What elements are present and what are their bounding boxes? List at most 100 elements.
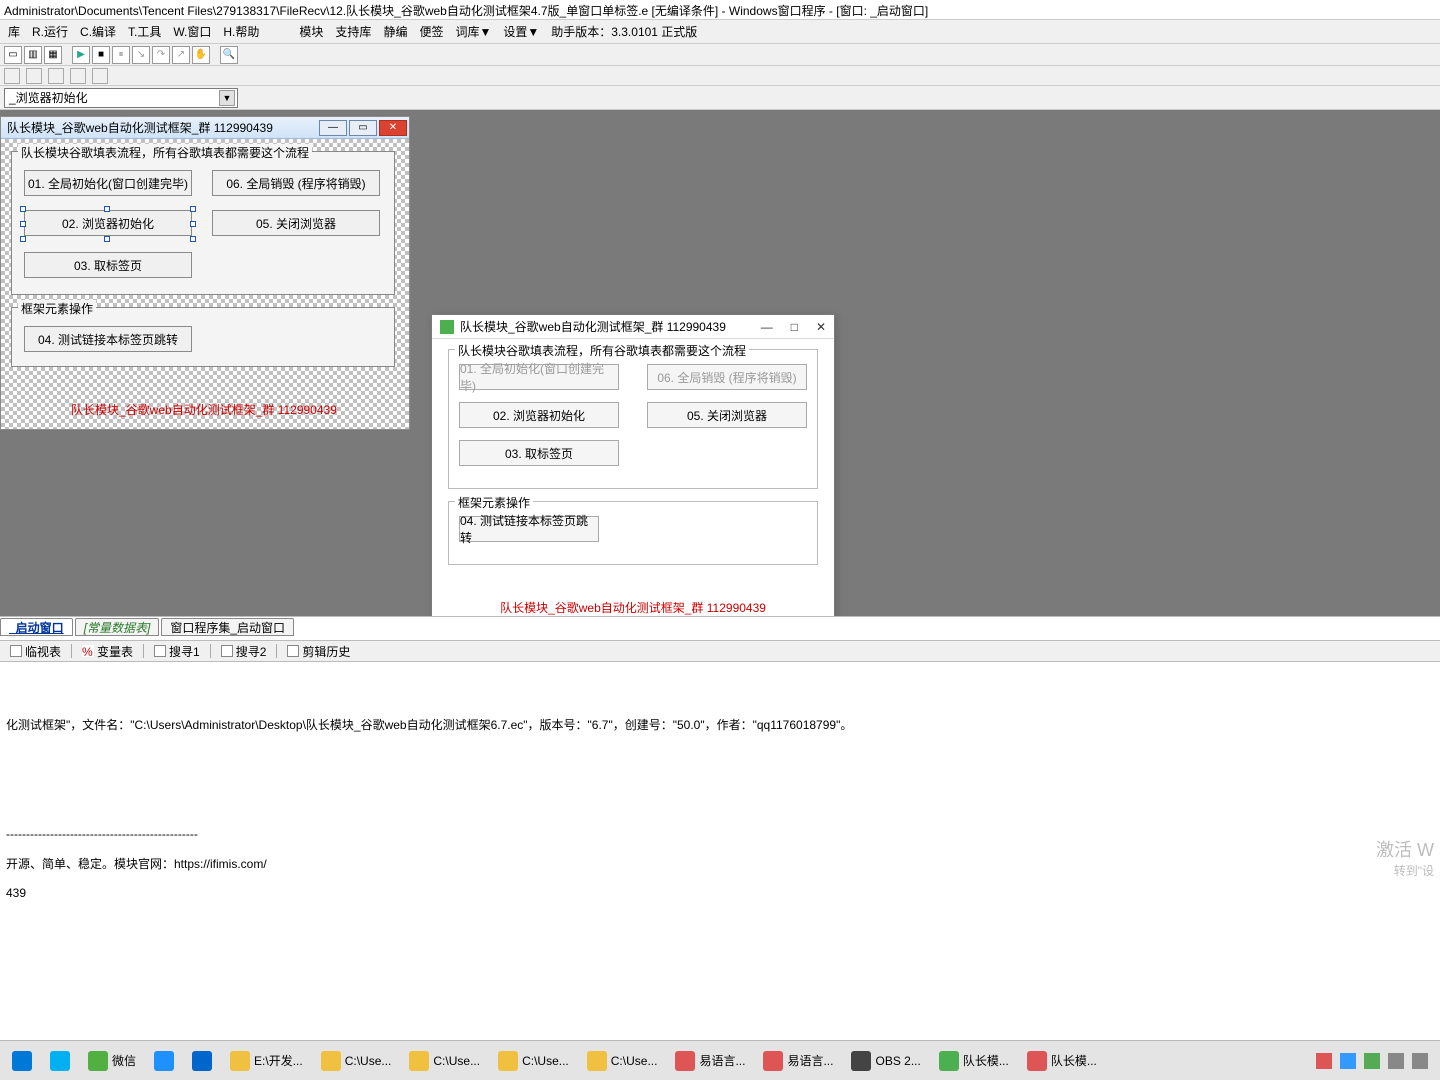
ptab-vars[interactable]: %变量表 [76, 641, 139, 662]
ptab-search2[interactable]: 搜寻2 [215, 641, 273, 662]
ptab-clip[interactable]: 剪辑历史 [281, 641, 356, 662]
tray-speaker-icon[interactable] [1388, 1053, 1404, 1069]
taskbar-item[interactable]: OBS 2... [843, 1045, 928, 1077]
taskbar-item[interactable] [146, 1045, 182, 1077]
minimize-icon[interactable]: — [761, 320, 773, 334]
btn-06[interactable]: 06. 全局销毁 (程序将销毁) [212, 170, 380, 196]
tb2-icon[interactable] [92, 68, 108, 84]
chevron-down-icon[interactable]: ▼ [219, 90, 235, 106]
tb2-icon[interactable] [4, 68, 20, 84]
resize-handle-icon[interactable] [190, 236, 196, 242]
menu-run[interactable]: R.运行 [32, 23, 68, 40]
taskbar-item[interactable]: E:\开发... [222, 1045, 311, 1077]
taskbar-item[interactable] [4, 1045, 40, 1077]
tb-stepover-icon[interactable]: ↷ [152, 46, 170, 64]
tb-new-icon[interactable]: ▭ [4, 46, 22, 64]
resize-handle-icon[interactable] [20, 221, 26, 227]
tb-save-icon[interactable]: ▦ [44, 46, 62, 64]
rt-groupbox-flow: 队长模块谷歌填表流程，所有谷歌填表都需要这个流程 01. 全局初始化(窗口创建完… [448, 349, 818, 489]
tray-icon[interactable] [1316, 1053, 1332, 1069]
menu-help[interactable]: H.帮助 [223, 23, 259, 40]
btn-02-selected[interactable]: 02. 浏览器初始化 [24, 210, 192, 236]
rt-btn-06[interactable]: 06. 全局销毁 (程序将销毁) [647, 364, 807, 390]
tb-stepout-icon[interactable]: ↗ [172, 46, 190, 64]
designer-titlebar[interactable]: 队长模块_谷歌web自动化测试框架_群 112990439 — ▭ ✕ [1, 117, 409, 139]
minimize-icon[interactable]: — [319, 120, 347, 136]
tb-stop-icon[interactable]: ■ [92, 46, 110, 64]
proc-combo[interactable]: _浏览器初始化 ▼ [4, 88, 238, 108]
app-icon [321, 1051, 341, 1071]
groupbox-flow[interactable]: 队长模块谷歌填表流程，所有谷歌填表都需要这个流程 01. 全局初始化(窗口创建完… [11, 151, 395, 295]
tb-run-icon[interactable]: ▶ [72, 46, 90, 64]
ptab-watch[interactable]: 临视表 [4, 641, 67, 662]
maximize-icon[interactable]: ▭ [349, 120, 377, 136]
resize-handle-icon[interactable] [190, 206, 196, 212]
tb-open-icon[interactable]: ▥ [24, 46, 42, 64]
menu-convenience[interactable]: 便签 [419, 23, 443, 40]
menu-settings[interactable]: 设置▼ [503, 23, 539, 40]
taskbar-item[interactable]: C:\Use... [490, 1045, 577, 1077]
menu-lib[interactable]: 库 [8, 23, 20, 40]
taskbar-item[interactable]: 易语言... [755, 1045, 841, 1077]
taskbar-item[interactable]: 易语言... [667, 1045, 753, 1077]
groupbox-ops[interactable]: 框架元素操作 04. 测试链接本标签页跳转 [11, 307, 395, 367]
menu-cilib[interactable]: 词库▼ [455, 23, 491, 40]
btn-04[interactable]: 04. 测试链接本标签页跳转 [24, 326, 192, 352]
app-icon [587, 1051, 607, 1071]
btn-01[interactable]: 01. 全局初始化(窗口创建完毕) [24, 170, 192, 196]
tray-icon[interactable] [1412, 1053, 1428, 1069]
tb2-icon[interactable] [70, 68, 86, 84]
tray-icon[interactable] [1364, 1053, 1380, 1069]
btn-05[interactable]: 05. 关闭浏览器 [212, 210, 380, 236]
tb2-icon[interactable] [48, 68, 64, 84]
menu-tools[interactable]: T.工具 [128, 23, 161, 40]
designer-canvas[interactable]: 队长模块谷歌填表流程，所有谷歌填表都需要这个流程 01. 全局初始化(窗口创建完… [1, 139, 409, 429]
taskbar-item[interactable]: 队长模... [1019, 1045, 1105, 1077]
doc-tab-start[interactable]: _启动窗口 [0, 618, 73, 636]
menu-module[interactable]: 模块 [299, 23, 323, 40]
taskbar-item[interactable] [184, 1045, 220, 1077]
tb-break-icon[interactable]: ✋ [192, 46, 210, 64]
tb-stepinto-icon[interactable]: ↘ [132, 46, 150, 64]
menu-window[interactable]: W.窗口 [173, 23, 211, 40]
rt-btn-02[interactable]: 02. 浏览器初始化 [459, 402, 619, 428]
tb-pause-icon[interactable]: ⏸ [112, 46, 130, 64]
output-panel[interactable]: 化测试框架"，文件名："C:\Users\Administrator\Deskt… [0, 662, 1440, 900]
app-icon [675, 1051, 695, 1071]
menu-static[interactable]: 静编 [383, 23, 407, 40]
taskbar-item[interactable] [42, 1045, 78, 1077]
resize-handle-icon[interactable] [104, 236, 110, 242]
system-tray[interactable] [1316, 1053, 1436, 1069]
taskbar-item[interactable]: C:\Use... [401, 1045, 488, 1077]
rt-btn-04[interactable]: 04. 测试链接本标签页跳转 [459, 516, 599, 542]
resize-handle-icon[interactable] [104, 206, 110, 212]
menu-bar: 库 R.运行 C.编译 T.工具 W.窗口 H.帮助 模块 支持库 静编 便签 … [0, 20, 1440, 44]
close-icon[interactable]: ✕ [816, 320, 826, 334]
runtime-titlebar[interactable]: 队长模块_谷歌web自动化测试框架_群 112990439 — □ ✕ [432, 315, 834, 339]
resize-handle-icon[interactable] [190, 221, 196, 227]
tray-icon[interactable] [1340, 1053, 1356, 1069]
groupbox-flow-legend: 队长模块谷歌填表流程，所有谷歌填表都需要这个流程 [18, 144, 312, 161]
tb-find-icon[interactable]: 🔍 [220, 46, 238, 64]
ptab-search1[interactable]: 搜寻1 [148, 641, 206, 662]
tb2-icon[interactable] [26, 68, 42, 84]
maximize-icon[interactable]: □ [791, 320, 798, 334]
taskbar-item-label: 易语言... [787, 1052, 833, 1069]
menu-support[interactable]: 支持库 [335, 23, 371, 40]
taskbar-item[interactable]: C:\Use... [579, 1045, 666, 1077]
btn-03[interactable]: 03. 取标签页 [24, 252, 192, 278]
taskbar-item[interactable]: 队长模... [931, 1045, 1017, 1077]
doc-tab-const[interactable]: [常量数据表] [75, 618, 160, 636]
menu-compile[interactable]: C.编译 [80, 23, 116, 40]
taskbar-item[interactable]: 微信 [80, 1045, 144, 1077]
taskbar-item[interactable]: C:\Use... [313, 1045, 400, 1077]
rt-btn-05[interactable]: 05. 关闭浏览器 [647, 402, 807, 428]
resize-handle-icon[interactable] [20, 236, 26, 242]
doc-tab-procset[interactable]: 窗口程序集_启动窗口 [161, 618, 294, 636]
resize-handle-icon[interactable] [20, 206, 26, 212]
close-icon[interactable]: ✕ [379, 120, 407, 136]
rt-groupbox-ops: 框架元素操作 04. 测试链接本标签页跳转 [448, 501, 818, 565]
rt-btn-01[interactable]: 01. 全局初始化(窗口创建完毕) [459, 364, 619, 390]
taskbar-item-label: C:\Use... [611, 1054, 658, 1068]
rt-btn-03[interactable]: 03. 取标签页 [459, 440, 619, 466]
